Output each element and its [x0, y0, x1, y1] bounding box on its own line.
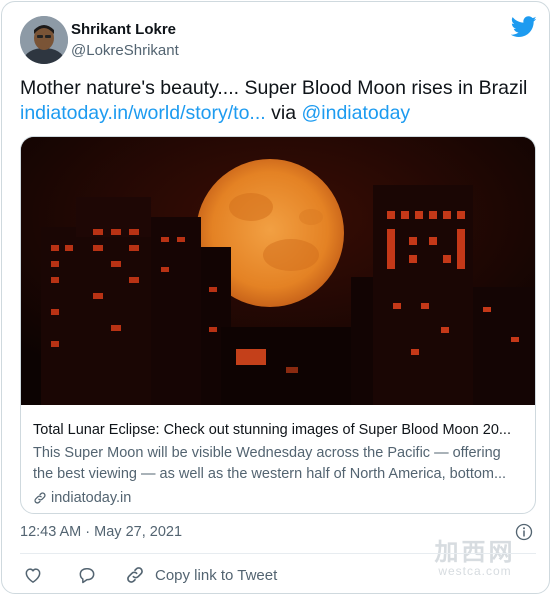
- card-description-line-2: the best viewing — as well as the wester…: [33, 466, 507, 482]
- meta-separator: ·: [81, 524, 95, 540]
- watermark-logo: 加西网: [434, 538, 516, 566]
- tweet-timestamp[interactable]: 12:43 AM · May 27, 2021: [20, 524, 182, 540]
- reply-button[interactable]: [77, 565, 97, 585]
- link-preview-card[interactable]: Total Lunar Eclipse: Check out stunning …: [20, 136, 536, 514]
- tweet-card: Shrikant Lokre @LokreShrikant Mother nat…: [1, 1, 550, 594]
- card-image: [21, 137, 535, 405]
- watermark: 加西网 westca.com: [420, 539, 530, 577]
- card-domain-text: indiatoday.in: [51, 490, 132, 506]
- copy-link-label[interactable]: Copy link to Tweet: [155, 567, 277, 584]
- author-name[interactable]: Shrikant Lokre: [71, 21, 176, 38]
- author-handle[interactable]: @LokreShrikant: [71, 42, 179, 59]
- divider: [20, 553, 536, 554]
- tweet-text: Mother nature's beauty.... Super Blood M…: [20, 76, 540, 126]
- card-description-line-1: This Super Moon will be visible Wednesda…: [33, 445, 501, 461]
- via-text: via: [271, 102, 297, 124]
- tweet-date[interactable]: May 27, 2021: [94, 524, 182, 540]
- link-icon: [127, 567, 143, 583]
- like-button[interactable]: [23, 565, 43, 585]
- card-body: Total Lunar Eclipse: Check out stunning …: [33, 420, 527, 508]
- copy-link-button[interactable]: Copy link to Tweet: [125, 565, 277, 585]
- tweet-body: Mother nature's beauty.... Super Blood M…: [20, 77, 528, 99]
- action-bar: Copy link to Tweet: [20, 564, 277, 586]
- tweet-link[interactable]: indiatoday.in/world/story/to...: [20, 102, 266, 124]
- watermark-domain: westca.com: [438, 564, 512, 578]
- card-title: Total Lunar Eclipse: Check out stunning …: [33, 422, 511, 438]
- card-domain: indiatoday.in: [33, 488, 527, 508]
- tweet-time[interactable]: 12:43 AM: [20, 524, 81, 540]
- card-description: This Super Moon will be visible Wednesda…: [33, 443, 527, 485]
- avatar[interactable]: [20, 16, 68, 64]
- reply-bubble-icon: [79, 568, 95, 584]
- mention-link[interactable]: @indiatoday: [301, 102, 410, 124]
- twitter-bird-icon[interactable]: [511, 16, 537, 38]
- link-icon: [34, 492, 46, 504]
- heart-icon: [25, 568, 41, 583]
